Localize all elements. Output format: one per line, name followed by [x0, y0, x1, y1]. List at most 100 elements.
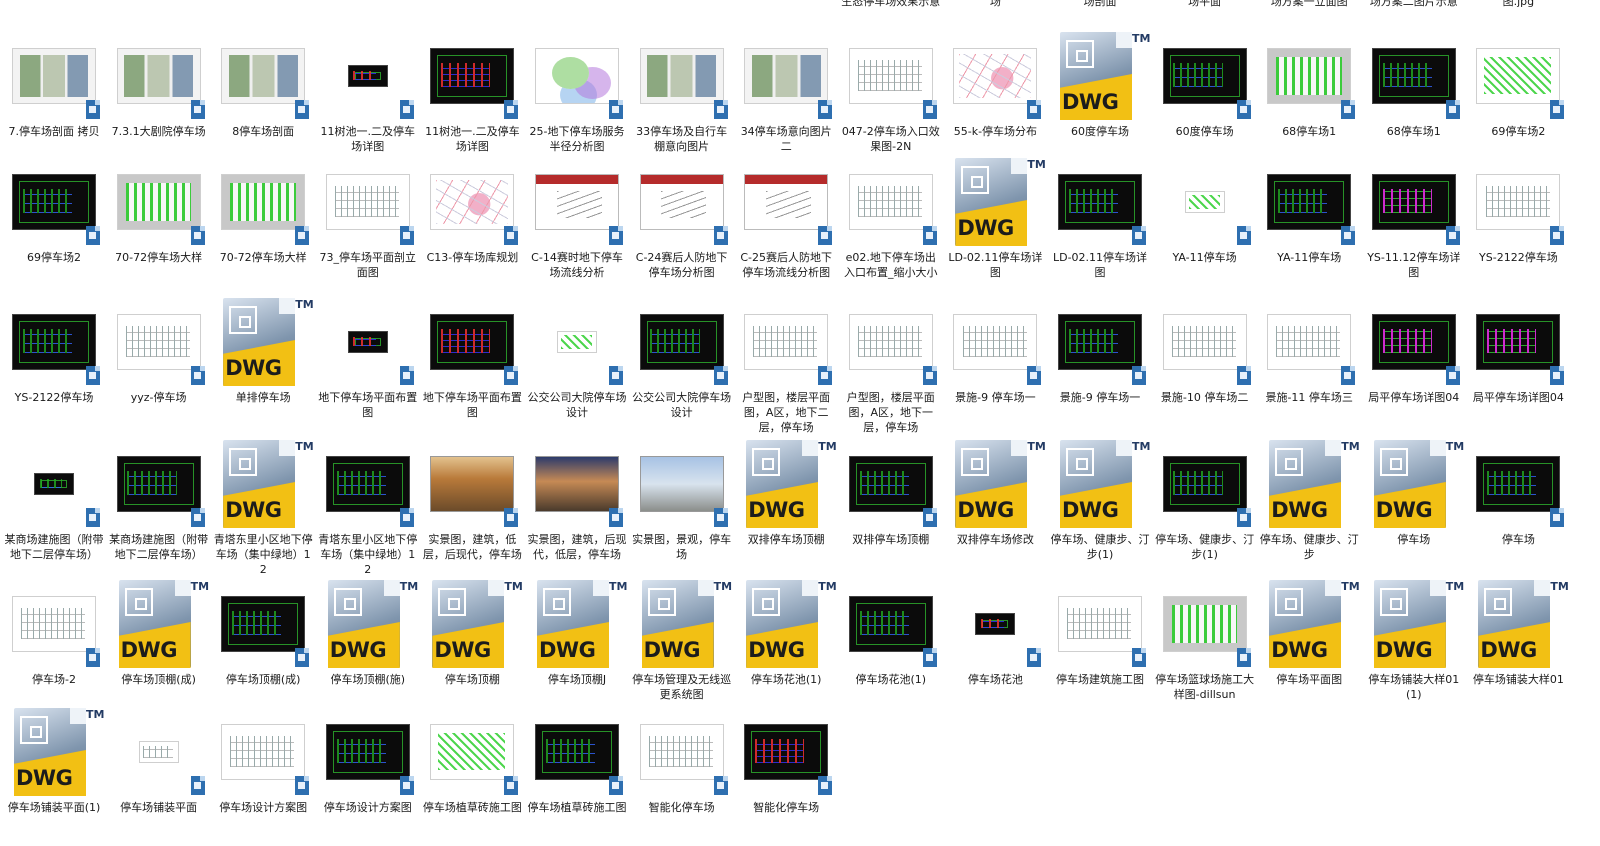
file-thumbnail[interactable] [1257, 296, 1361, 388]
file-thumbnail[interactable] [107, 438, 211, 530]
file-item[interactable]: DWG TM 停车场铺装大样01(1) [1362, 578, 1466, 718]
file-thumbnail[interactable] [630, 706, 734, 798]
file-thumbnail[interactable]: DWG TM [1466, 578, 1570, 670]
file-thumbnail[interactable]: DWG TM [1257, 578, 1361, 670]
file-item[interactable]: 60度停车场 [1153, 30, 1257, 170]
file-item[interactable]: 停车场铺装平面 [107, 706, 211, 846]
file-item[interactable]: 实景图，景观，停车场 [630, 438, 734, 578]
file-thumbnail[interactable] [1048, 578, 1152, 670]
file-item[interactable]: yyz-停车场 [107, 296, 211, 436]
file-item[interactable]: e02.地下停车场出入口布置_缩小大小 [839, 156, 943, 296]
file-item[interactable]: YS-11.12停车场详图 [1362, 156, 1466, 296]
file-thumbnail[interactable]: DWG TM [943, 156, 1047, 248]
file-item[interactable]: 场 [943, 0, 1047, 30]
file-thumbnail[interactable] [1466, 438, 1570, 530]
file-thumbnail[interactable] [1153, 578, 1257, 670]
file-item[interactable]: 公交公司大院停车场设计 [525, 296, 629, 436]
file-item[interactable]: 停车场-2 [2, 578, 106, 718]
file-item[interactable]: 场平面 [1153, 0, 1257, 30]
file-item[interactable]: 场剖面 [1048, 0, 1152, 30]
file-thumbnail[interactable] [839, 296, 943, 388]
file-thumbnail[interactable] [2, 296, 106, 388]
file-thumbnail[interactable]: DWG TM [734, 438, 838, 530]
file-thumbnail[interactable] [734, 156, 838, 248]
file-thumbnail[interactable]: DWG TM [211, 438, 315, 530]
file-item[interactable]: 景施-9 停车场一 [1048, 296, 1152, 436]
file-item[interactable]: 景施-9 停车场一 [943, 296, 1047, 436]
file-item[interactable]: 34停车场意向图片二 [734, 30, 838, 170]
file-thumbnail[interactable] [943, 578, 1047, 670]
file-item[interactable]: DWG TM 60度停车场 [1048, 30, 1152, 170]
file-thumbnail[interactable] [839, 578, 943, 670]
file-item[interactable]: DWG TM 停车场、健康步、汀步 [1257, 438, 1361, 578]
file-thumbnail[interactable] [420, 156, 524, 248]
file-thumbnail[interactable] [839, 438, 943, 530]
file-thumbnail[interactable] [734, 30, 838, 122]
file-item[interactable]: 生态停车场效果示意 [839, 0, 943, 30]
file-thumbnail[interactable]: DWG TM [943, 438, 1047, 530]
file-thumbnail[interactable] [1257, 156, 1361, 248]
file-item[interactable]: 停车场设计方案图 [211, 706, 315, 846]
file-item[interactable]: DWG TM 停车场管理及无线巡更系统图 [630, 578, 734, 718]
file-thumbnail[interactable] [420, 296, 524, 388]
file-thumbnail[interactable]: DWG TM [211, 296, 315, 388]
file-thumbnail[interactable]: DWG TM [107, 578, 211, 670]
file-thumbnail[interactable] [1362, 296, 1466, 388]
file-thumbnail[interactable] [525, 438, 629, 530]
file-item[interactable]: 停车场 [1466, 438, 1570, 578]
file-item[interactable]: 景施-11 停车场三 [1257, 296, 1361, 436]
file-thumbnail[interactable]: DWG TM [316, 578, 420, 670]
file-item[interactable]: 某商场建施图（附带地下二层停车场） [107, 438, 211, 578]
file-item[interactable]: DWG TM 停车场花池(1) [734, 578, 838, 718]
file-thumbnail[interactable]: DWG TM [2, 706, 106, 798]
file-item[interactable]: 11树池一.二及停车场详图 [316, 30, 420, 170]
file-thumbnail[interactable] [943, 30, 1047, 122]
file-item[interactable]: 69停车场2 [1466, 30, 1570, 170]
file-item[interactable]: 55-k-停车场分布 [943, 30, 1047, 170]
file-item[interactable]: DWG TM 停车场顶棚(成) [107, 578, 211, 718]
file-item[interactable]: YA-11停车场 [1257, 156, 1361, 296]
file-thumbnail[interactable]: DWG TM [420, 578, 524, 670]
file-thumbnail[interactable] [316, 706, 420, 798]
file-thumbnail[interactable] [1153, 438, 1257, 530]
file-item[interactable]: 停车场花池 [943, 578, 1047, 718]
file-thumbnail[interactable] [734, 296, 838, 388]
file-item[interactable]: 停车场设计方案图 [316, 706, 420, 846]
file-thumbnail[interactable] [211, 30, 315, 122]
file-thumbnail[interactable] [316, 438, 420, 530]
file-item[interactable]: 停车场顶棚(成) [211, 578, 315, 718]
file-thumbnail[interactable] [420, 706, 524, 798]
file-item[interactable]: DWG TM 双排停车场修改 [943, 438, 1047, 578]
file-thumbnail[interactable] [1257, 30, 1361, 122]
file-item[interactable]: 智能化停车场 [734, 706, 838, 846]
file-thumbnail[interactable] [734, 706, 838, 798]
file-item[interactable]: 地下停车场平面布置图 [316, 296, 420, 436]
file-item[interactable]: DWG TM 停车场铺装大样01 [1466, 578, 1570, 718]
file-item[interactable]: 青塔东里小区地下停车场（集中绿地）12 [316, 438, 420, 578]
file-item[interactable]: DWG TM 单排停车场 [211, 296, 315, 436]
file-thumbnail[interactable]: DWG TM [630, 578, 734, 670]
file-item[interactable]: DWG TM 双排停车场顶棚 [734, 438, 838, 578]
file-thumbnail[interactable] [2, 156, 106, 248]
file-thumbnail[interactable] [107, 296, 211, 388]
file-item[interactable]: YS-2122停车场 [2, 296, 106, 436]
file-thumbnail[interactable] [525, 296, 629, 388]
file-item[interactable]: C-14赛时地下停车场流线分析 [525, 156, 629, 296]
file-item[interactable]: 停车场植草砖施工图 [525, 706, 629, 846]
file-item[interactable]: 局平停车场详图04 [1362, 296, 1466, 436]
file-thumbnail[interactable] [211, 156, 315, 248]
file-item[interactable]: 25-地下停车场服务半径分析图 [525, 30, 629, 170]
file-thumbnail[interactable] [2, 578, 106, 670]
file-item[interactable]: 70-72停车场大样 [107, 156, 211, 296]
file-thumbnail[interactable] [211, 706, 315, 798]
file-item[interactable]: DWG TM 停车场顶棚 [420, 578, 524, 718]
file-thumbnail[interactable] [1048, 296, 1152, 388]
file-thumbnail[interactable]: DWG TM [734, 578, 838, 670]
file-item[interactable]: 智能化停车场 [630, 706, 734, 846]
file-item[interactable]: 停车场、健康步、汀步(1) [1153, 438, 1257, 578]
file-item[interactable]: C-24赛后人防地下停车场分析图 [630, 156, 734, 296]
file-item[interactable]: 73_停车场平面剖立面图 [316, 156, 420, 296]
file-thumbnail[interactable] [2, 438, 106, 530]
file-item[interactable]: 8停车场剖面 [211, 30, 315, 170]
file-thumbnail[interactable]: DWG TM [1257, 438, 1361, 530]
